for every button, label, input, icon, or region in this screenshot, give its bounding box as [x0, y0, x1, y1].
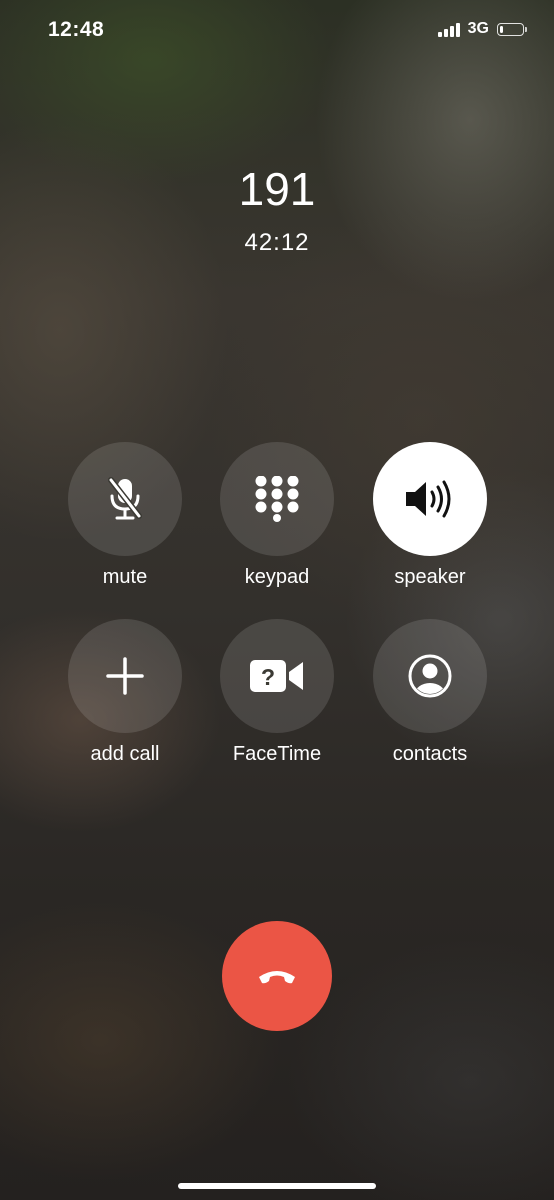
mute-circle[interactable]	[68, 442, 182, 556]
facetime-unavailable-icon: ?	[250, 660, 303, 692]
speaker-circle[interactable]	[373, 442, 487, 556]
svg-text:?: ?	[261, 664, 275, 690]
facetime-circle[interactable]: ?	[220, 619, 334, 733]
end-call-button[interactable]	[222, 921, 332, 1031]
keypad-circle[interactable]	[220, 442, 334, 556]
facetime-label: FaceTime	[232, 743, 322, 765]
cellular-signal-icon	[437, 22, 460, 37]
contacts-button[interactable]: contacts	[350, 619, 510, 766]
add-call-label: add call	[90, 743, 160, 765]
keypad-dots-icon	[255, 476, 299, 522]
keypad-button[interactable]: keypad	[197, 442, 357, 589]
mute-button[interactable]: mute	[45, 442, 205, 589]
battery-icon	[497, 22, 527, 36]
speaker-button[interactable]: speaker	[350, 442, 510, 589]
home-indicator[interactable]	[178, 1183, 376, 1189]
add-call-circle[interactable]	[68, 619, 182, 733]
caller-number: 191	[238, 163, 316, 215]
keypad-label: keypad	[244, 566, 310, 588]
speaker-label: speaker	[394, 566, 466, 588]
contacts-label: contacts	[392, 743, 468, 765]
contacts-circle[interactable]	[373, 619, 487, 733]
facetime-button[interactable]: ? FaceTime	[197, 619, 357, 766]
mute-label: mute	[102, 566, 148, 588]
status-bar: 12:48 3G	[0, 0, 554, 62]
status-indicators: 3G	[437, 20, 527, 38]
battery-level	[500, 25, 503, 33]
status-time: 12:48	[48, 18, 105, 41]
person-circle-icon	[408, 654, 452, 698]
phone-hangup-icon	[259, 971, 295, 984]
add-call-button[interactable]: add call	[45, 619, 205, 766]
network-type: 3G	[467, 20, 489, 37]
call-duration: 42:12	[244, 229, 310, 256]
plus-icon	[106, 657, 144, 695]
microphone-slash-icon	[108, 477, 142, 520]
speaker-wave-icon	[406, 480, 451, 518]
